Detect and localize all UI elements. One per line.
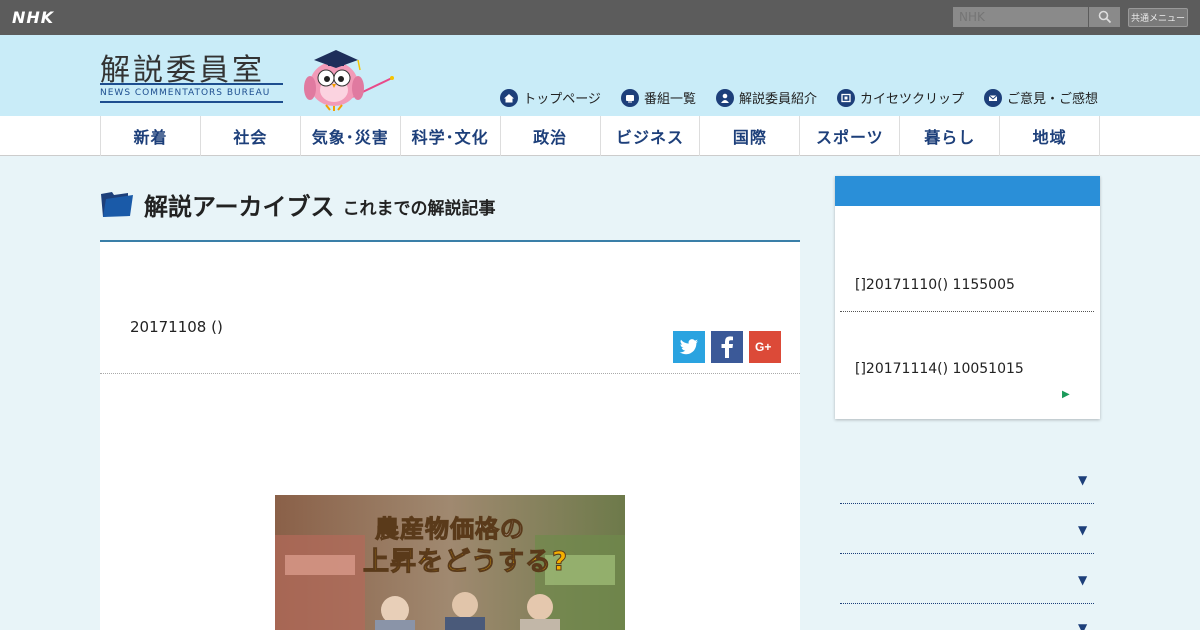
archive-heading: 解説アーカイブス これまでの解説記事	[100, 184, 496, 224]
folder-icon	[101, 192, 133, 217]
link-commentators[interactable]: 解説委員紹介	[715, 88, 817, 107]
nav-item-new[interactable]: 新着	[101, 116, 201, 156]
nav-item-region[interactable]: 地域	[1000, 116, 1101, 156]
archive-title: 解説アーカイブス	[144, 192, 335, 221]
share-buttons: G+	[673, 331, 781, 363]
svg-text:G+: G+	[755, 340, 771, 354]
film-icon	[836, 88, 855, 107]
sidebar-item[interactable]: []20171114() 10051015	[855, 361, 1024, 377]
search-icon	[1098, 10, 1111, 24]
mail-icon	[983, 88, 1002, 107]
category-nav: 新着 社会 気象･災害 科学･文化 政治 ビジネス 国際 スポーツ 暮らし 地域	[0, 116, 1200, 156]
article-date: 20171108 ()	[130, 318, 223, 336]
expand-arrow-icon[interactable]: ▼	[1078, 473, 1087, 487]
search-button[interactable]	[1089, 7, 1120, 27]
search-input[interactable]	[953, 7, 1088, 27]
link-program-list-label: 番組一覧	[643, 92, 696, 107]
nav-item-living[interactable]: 暮らし	[900, 116, 1001, 156]
nav-item-business[interactable]: ビジネス	[601, 116, 701, 156]
facebook-share-button[interactable]	[711, 331, 743, 363]
top-bar: NHK 共通メニュー	[0, 0, 1200, 35]
common-menu-button[interactable]: 共通メニュー	[1128, 8, 1188, 27]
link-feedback[interactable]: ご意見・ご感想	[983, 88, 1098, 107]
twitter-icon	[679, 339, 698, 355]
accordion-divider	[840, 553, 1094, 554]
home-icon	[500, 88, 519, 107]
nhk-logo[interactable]: NHK	[12, 8, 54, 27]
link-kaisetsu-clip-label: カイセツクリップ	[859, 92, 964, 107]
google-plus-icon: G+	[755, 340, 771, 354]
expand-arrow-icon[interactable]: ▼	[1078, 573, 1087, 587]
nav-item-science-culture[interactable]: 科学･文化	[401, 116, 501, 156]
sidebar-schedule-box: []20171110() 1155005 []20171114() 100510…	[835, 176, 1100, 419]
nav-item-society[interactable]: 社会	[201, 116, 301, 156]
owl-mascot-icon	[304, 50, 394, 111]
sidebar-header	[835, 176, 1100, 206]
google-plus-share-button[interactable]: G+	[749, 331, 781, 363]
link-commentators-label: 解説委員紹介	[738, 92, 817, 107]
nav-item-international[interactable]: 国際	[700, 116, 801, 156]
article-panel: 20171108 () G+ 農産物価格の 上昇をどうする?	[100, 242, 800, 630]
link-kaisetsu-clip[interactable]: カイセツクリップ	[836, 88, 964, 107]
sidebar-item[interactable]: []20171110() 1155005	[855, 277, 1015, 293]
archive-subtitle: これまでの解説記事	[342, 198, 496, 219]
link-program-list[interactable]: 番組一覧	[620, 88, 696, 107]
person-icon	[715, 88, 734, 107]
nav-item-politics[interactable]: 政治	[501, 116, 601, 156]
twitter-share-button[interactable]	[673, 331, 705, 363]
header-links: トップページ 番組一覧 解説委員紹介 カイセツクリップ ご意見・ご感想	[500, 88, 1098, 107]
expand-arrow-icon[interactable]: ▼	[1078, 621, 1087, 630]
more-arrow-icon[interactable]: ▶	[1062, 389, 1070, 400]
site-header: 解説委員室 NEWS COMMENTATORS BUREAU トップページ 番組…	[0, 35, 1200, 116]
accordion-divider	[840, 603, 1094, 604]
thumbnail-text-line2: 上昇をどうする?	[362, 547, 569, 578]
sidebar-divider	[840, 311, 1094, 312]
expand-arrow-icon[interactable]: ▼	[1078, 523, 1087, 537]
article-divider	[100, 373, 800, 374]
link-top-page-label: トップページ	[523, 92, 601, 107]
facebook-icon	[721, 336, 733, 358]
accordion-divider	[840, 503, 1094, 504]
article-thumbnail[interactable]: 農産物価格の 上昇をどうする?	[275, 495, 625, 630]
nav-item-weather-disaster[interactable]: 気象･災害	[301, 116, 401, 156]
site-subtitle: NEWS COMMENTATORS BUREAU	[100, 83, 283, 103]
tv-icon	[620, 88, 639, 107]
link-top-page[interactable]: トップページ	[500, 88, 601, 107]
thumbnail-text-line1: 農産物価格の	[375, 515, 525, 544]
nav-item-sports[interactable]: スポーツ	[800, 116, 901, 156]
link-feedback-label: ご意見・ご感想	[1006, 92, 1098, 107]
